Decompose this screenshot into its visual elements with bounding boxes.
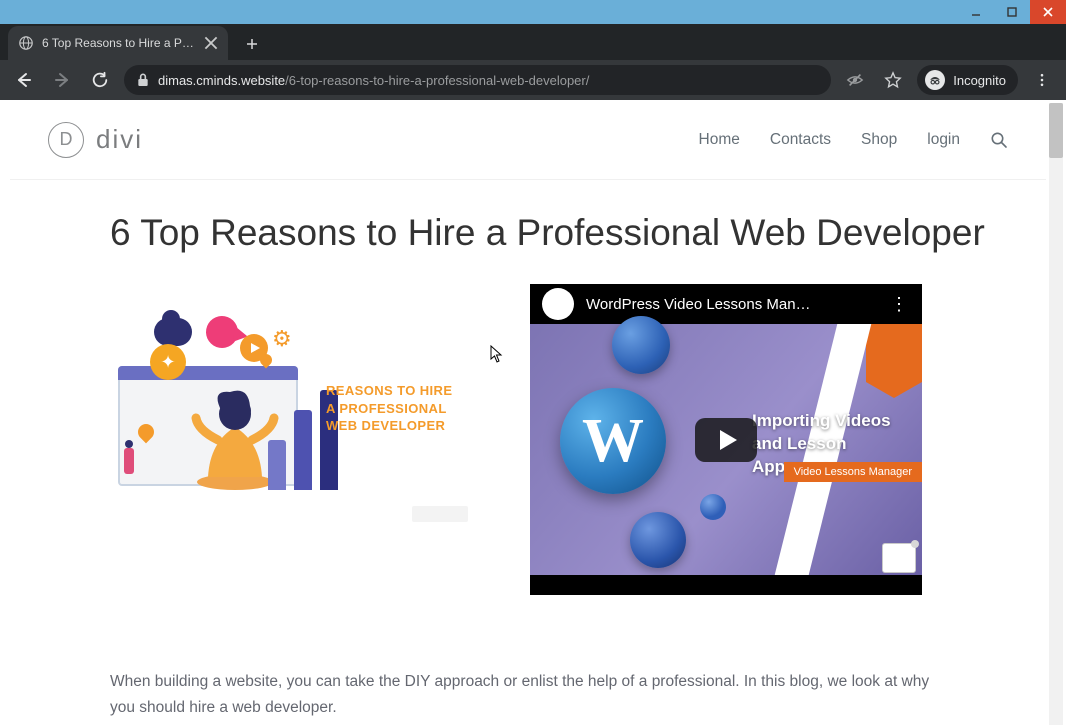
incognito-label: Incognito bbox=[953, 73, 1006, 88]
content-columns: ✦ ⚙ bbox=[10, 284, 1046, 595]
illustration-credit bbox=[412, 506, 468, 522]
wordpress-icon: W bbox=[560, 388, 666, 494]
address-bar: dimas.cminds.website/6-top-reasons-to-hi… bbox=[0, 60, 1066, 100]
incognito-indicator[interactable]: Incognito bbox=[917, 65, 1018, 95]
search-icon[interactable] bbox=[990, 131, 1008, 149]
body-paragraph: When building a website, you can take th… bbox=[10, 595, 1046, 722]
incognito-icon bbox=[925, 70, 945, 90]
primary-nav: Home Contacts Shop login bbox=[699, 131, 1008, 149]
megaphone-icon bbox=[203, 313, 240, 350]
nav-home[interactable]: Home bbox=[699, 131, 740, 149]
miniperson-icon bbox=[124, 448, 134, 474]
back-button[interactable] bbox=[10, 66, 38, 94]
close-window-button[interactable] bbox=[1030, 0, 1066, 24]
url-host: dimas.cminds.website/6-top-reasons-to-hi… bbox=[158, 73, 589, 88]
cloud-icon bbox=[154, 318, 192, 346]
eye-off-icon[interactable] bbox=[841, 66, 869, 94]
logo-text: divi bbox=[96, 124, 143, 155]
lock-icon bbox=[136, 73, 150, 87]
brand-cube-icon bbox=[882, 543, 916, 573]
reload-button[interactable] bbox=[86, 66, 114, 94]
logo-mark: D bbox=[48, 122, 84, 158]
illustration-caption: REASONS TO HIRE A PROFESSIONAL WEB DEVEL… bbox=[326, 382, 452, 435]
scrollbar-track[interactable] bbox=[1049, 103, 1063, 725]
site-logo[interactable]: D divi bbox=[48, 122, 143, 158]
video-badge: Video Lessons Manager bbox=[784, 462, 922, 482]
omnibox[interactable]: dimas.cminds.website/6-top-reasons-to-hi… bbox=[124, 65, 831, 95]
video-embed[interactable]: W Importing Videos and Lesson Apperance … bbox=[530, 284, 922, 595]
globe-icon bbox=[18, 35, 34, 51]
browser-window: 6 Top Reasons to Hire a Professic dimas.… bbox=[0, 0, 1066, 728]
channel-avatar[interactable] bbox=[542, 288, 574, 320]
tab-close-button[interactable] bbox=[204, 36, 218, 50]
kebab-menu-button[interactable] bbox=[1028, 66, 1056, 94]
site-header: D divi Home Contacts Shop login bbox=[10, 100, 1046, 180]
ribbon-icon bbox=[866, 324, 922, 382]
bulb-icon: ✦ bbox=[150, 344, 186, 380]
forward-button[interactable] bbox=[48, 66, 76, 94]
page-title: 6 Top Reasons to Hire a Professional Web… bbox=[110, 212, 1046, 254]
nav-login[interactable]: login bbox=[927, 131, 960, 149]
maximize-button[interactable] bbox=[994, 0, 1030, 24]
video-play-button[interactable] bbox=[695, 418, 757, 462]
page-viewport: D divi Home Contacts Shop login 6 Top Re… bbox=[0, 100, 1066, 728]
person-illustration bbox=[190, 382, 280, 492]
new-tab-button[interactable] bbox=[238, 30, 266, 58]
hero-illustration: ✦ ⚙ bbox=[110, 324, 460, 504]
gear-icon: ⚙ bbox=[272, 326, 292, 352]
scrollbar-thumb[interactable] bbox=[1049, 103, 1063, 158]
nav-shop[interactable]: Shop bbox=[861, 131, 897, 149]
tab-strip: 6 Top Reasons to Hire a Professic bbox=[0, 24, 1066, 60]
tab-title: 6 Top Reasons to Hire a Professic bbox=[42, 36, 196, 50]
star-icon[interactable] bbox=[879, 66, 907, 94]
nav-contacts[interactable]: Contacts bbox=[770, 131, 831, 149]
video-menu-button[interactable]: ⋮ bbox=[890, 294, 910, 315]
os-titlebar bbox=[0, 0, 1066, 24]
browser-tab[interactable]: 6 Top Reasons to Hire a Professic bbox=[8, 26, 228, 60]
minimize-button[interactable] bbox=[958, 0, 994, 24]
video-topbar: WordPress Video Lessons Man… ⋮ bbox=[530, 284, 922, 324]
video-title[interactable]: WordPress Video Lessons Man… bbox=[586, 296, 878, 313]
site-content: D divi Home Contacts Shop login 6 Top Re… bbox=[10, 100, 1046, 728]
